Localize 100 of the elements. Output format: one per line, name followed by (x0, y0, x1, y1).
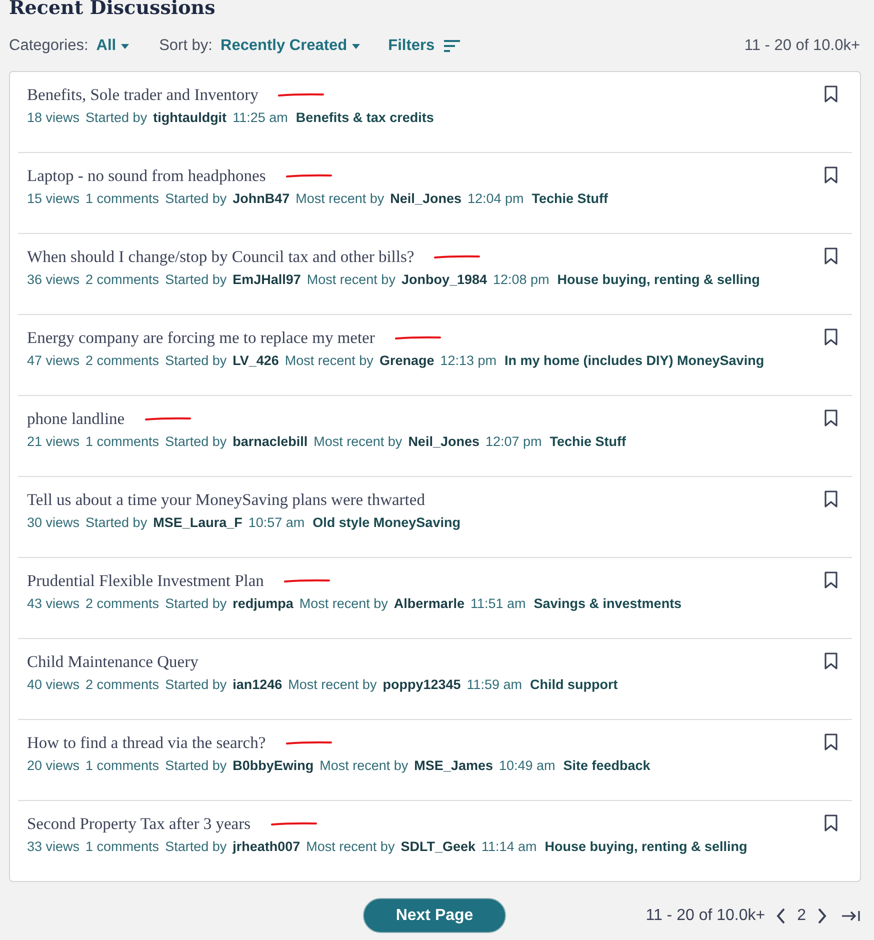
meta-text: 18 views (27, 110, 80, 125)
meta-text: 10:49 am (498, 758, 556, 773)
meta-text: 1 comments (86, 839, 160, 854)
category-link[interactable]: Old style MoneySaving (312, 515, 460, 530)
meta-text: 40 views (27, 677, 80, 692)
category-link[interactable]: In my home (includes DIY) MoneySaving (504, 353, 764, 368)
meta-text: 30 views (27, 515, 80, 530)
username-link[interactable]: Neil_Jones (408, 434, 480, 449)
next-page-icon[interactable] (817, 908, 827, 924)
meta-text: 12:07 pm (485, 434, 542, 449)
meta-text: 11:14 am (481, 839, 537, 854)
category-link[interactable]: Savings & investments (534, 596, 682, 611)
meta-text: 20 views (27, 758, 80, 773)
meta-text: 11:59 am (466, 677, 522, 692)
meta-text: Started by (165, 839, 227, 854)
category-link[interactable]: Techie Stuff (550, 434, 626, 449)
next-page-button[interactable]: Next Page (363, 898, 506, 933)
username-link[interactable]: B0bbyEwing (232, 758, 314, 773)
meta-text: Started by (165, 191, 227, 206)
meta-text: Most recent by (320, 758, 408, 773)
meta-text: Started by (165, 434, 227, 449)
bookmark-icon[interactable] (824, 328, 838, 346)
discussion-title-link[interactable]: Energy company are forcing me to replace my meter (27, 328, 375, 348)
category-link[interactable]: House buying, renting & selling (557, 272, 760, 287)
bookmark-icon[interactable] (824, 490, 838, 508)
category-link[interactable]: Techie Stuff (532, 191, 608, 206)
username-link[interactable]: ian1246 (232, 677, 282, 692)
discussion-title-link[interactable]: When should I change/stop by Council tax and other bills? (27, 247, 414, 267)
meta-text: 11:51 am (470, 596, 526, 611)
bookmark-icon[interactable] (824, 814, 838, 832)
bookmark-icon[interactable] (824, 571, 838, 589)
meta-text: 47 views (27, 353, 80, 368)
username-link[interactable]: barnaclebill (232, 434, 308, 449)
discussion-title-link[interactable]: Prudential Flexible Investment Plan (27, 571, 264, 591)
discussion-title-link[interactable]: Laptop - no sound from headphones (27, 166, 266, 186)
meta-text: 2 comments (86, 596, 160, 611)
username-link[interactable]: EmJHall97 (232, 272, 301, 287)
previous-page-icon[interactable] (776, 908, 786, 924)
username-link[interactable]: MSE_Laura_F (153, 515, 242, 530)
meta-text: 1 comments (86, 758, 160, 773)
page-number: 2 (797, 906, 806, 924)
meta-text: 36 views (27, 272, 80, 287)
meta-text: Started by (165, 677, 227, 692)
filters-button[interactable]: Filters (388, 37, 460, 55)
sort-label: Sort by: (159, 37, 212, 55)
username-link[interactable]: Neil_Jones (390, 191, 462, 206)
meta-text: Started by (165, 353, 227, 368)
bookmark-icon[interactable] (824, 166, 838, 184)
username-link[interactable]: Grenage (379, 353, 434, 368)
caret-icon (352, 44, 360, 48)
discussion-title-link[interactable]: phone landline (27, 409, 125, 429)
username-link[interactable]: Albermarle (394, 596, 464, 611)
username-link[interactable]: SDLT_Geek (400, 839, 476, 854)
category-link[interactable]: House buying, renting & selling (544, 839, 748, 854)
discussion-title-link[interactable]: Child Maintenance Query (27, 652, 198, 672)
discussion-title-link[interactable]: Second Property Tax after 3 years (27, 814, 251, 834)
username-link[interactable]: poppy12345 (382, 677, 461, 692)
username-link[interactable]: jrheath007 (232, 839, 300, 854)
meta-text: 10:57 am (248, 515, 305, 530)
username-link[interactable]: Jonboy_1984 (401, 272, 487, 287)
username-link[interactable]: MSE_James (414, 758, 493, 773)
meta-text: 2 comments (86, 677, 160, 692)
meta-text: Started by (165, 596, 227, 611)
meta-text: Most recent by (299, 596, 388, 611)
bookmark-icon[interactable] (824, 247, 838, 265)
meta-text: 15 views (27, 191, 80, 206)
bookmark-icon[interactable] (824, 652, 838, 670)
discussion-title-link[interactable]: How to find a thread via the search? (27, 733, 266, 753)
caret-icon (121, 44, 130, 48)
meta-text: Most recent by (296, 191, 384, 206)
bookmark-icon[interactable] (824, 85, 838, 103)
meta-text: Most recent by (284, 353, 374, 368)
meta-text: Started by (86, 515, 148, 530)
result-range: 11 - 20 of 10.0k+ (744, 37, 860, 55)
category-link[interactable]: Site feedback (563, 758, 650, 773)
meta-text: 12:13 pm (440, 353, 497, 368)
bookmark-icon[interactable] (824, 733, 838, 751)
last-page-icon[interactable] (842, 910, 860, 922)
meta-text: 21 views (27, 434, 80, 449)
username-link[interactable]: JohnB47 (232, 191, 290, 206)
username-link[interactable]: redjumpa (232, 596, 294, 611)
meta-text: Most recent by (306, 272, 396, 287)
meta-text: 43 views (27, 596, 80, 611)
discussion-title-link[interactable]: Benefits, Sole trader and Inventory (27, 85, 258, 105)
username-link[interactable]: tightauldgit (153, 110, 227, 125)
meta-text: Most recent by (288, 677, 377, 692)
meta-text: Started by (165, 272, 227, 287)
sort-dropdown[interactable]: Recently Created (220, 37, 360, 55)
username-link[interactable]: LV_426 (232, 353, 279, 368)
category-link[interactable]: Benefits & tax credits (296, 110, 434, 125)
meta-text: 2 comments (86, 272, 160, 287)
meta-text: Most recent by (306, 839, 395, 854)
meta-text: 2 comments (86, 353, 160, 368)
filter-icon (444, 40, 460, 52)
discussion-title-link[interactable]: Tell us about a time your MoneySaving plans were thwarted (27, 490, 425, 510)
category-link[interactable]: Child support (530, 677, 618, 692)
bookmark-icon[interactable] (824, 409, 838, 427)
categories-dropdown[interactable]: All (96, 37, 130, 55)
meta-text: Most recent by (314, 434, 402, 449)
meta-text: Started by (86, 110, 148, 125)
